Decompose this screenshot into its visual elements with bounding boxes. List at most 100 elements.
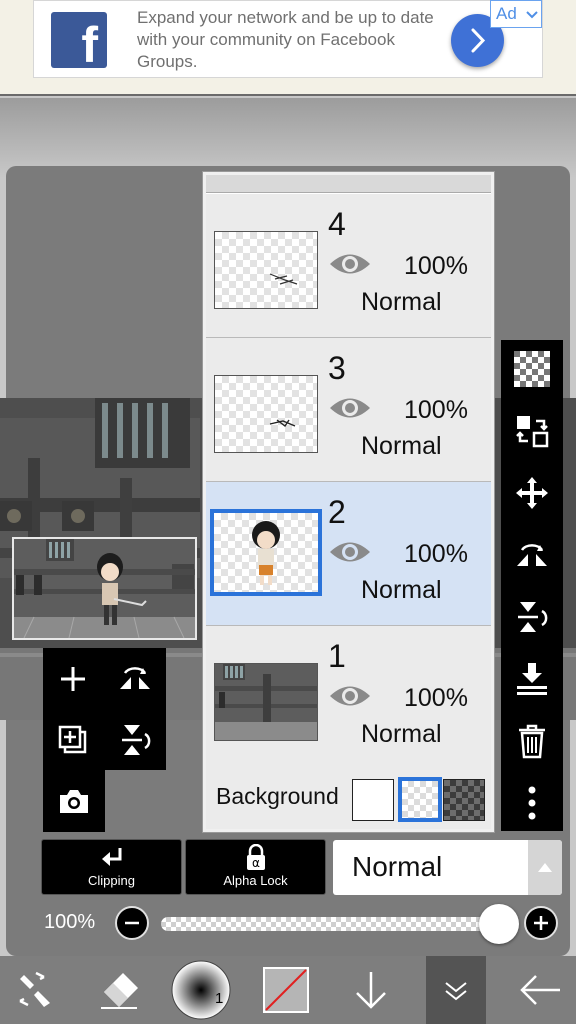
left-tools-bottom <box>43 770 105 832</box>
download-button[interactable] <box>344 956 398 1024</box>
canvas-preview-image <box>14 539 195 638</box>
delete-layer-button[interactable] <box>510 719 554 763</box>
brush-size-badge: 1 <box>215 990 224 1007</box>
layer-blend-mode: Normal <box>361 432 442 460</box>
layer-number: 3 <box>328 350 346 386</box>
tool-switch-button[interactable] <box>8 956 62 1024</box>
camera-button[interactable] <box>52 779 96 823</box>
layers-panel-header <box>206 175 491 193</box>
layer-blend-mode: Normal <box>361 720 442 748</box>
flip-vertical-right-button[interactable] <box>510 595 554 639</box>
opacity-decrease-button[interactable] <box>115 906 149 940</box>
collapse-panel-button[interactable] <box>426 956 486 1024</box>
flip-vertical-icon <box>518 602 548 632</box>
layer-opacity: 100% <box>404 396 468 424</box>
more-options-button[interactable] <box>510 781 554 825</box>
ad-badge[interactable]: Ad <box>490 0 542 28</box>
camera-icon <box>60 790 88 813</box>
layer-row-2[interactable]: 2 100% Normal <box>206 482 491 626</box>
move-layer-button[interactable] <box>510 409 554 453</box>
layer-row-4[interactable]: 4 100% Normal <box>206 194 491 338</box>
blend-mode-select[interactable]: Normal <box>333 840 562 895</box>
arrow-left-icon <box>520 975 560 1005</box>
layer-thumbnail <box>214 375 318 453</box>
merge-down-button[interactable] <box>510 657 554 701</box>
background-dark-checker-swatch[interactable] <box>443 779 485 821</box>
layer-row-1[interactable]: 1 100% Normal <box>206 626 491 770</box>
eraser-button[interactable] <box>92 956 146 1024</box>
swap-layer-icon <box>516 416 549 448</box>
merge-down-icon <box>517 663 547 695</box>
layer-number: 1 <box>328 638 346 674</box>
eraser-icon <box>101 973 138 1009</box>
background-label: Background <box>216 783 339 809</box>
double-chevron-down-icon <box>445 982 467 1001</box>
layer-blend-mode: Normal <box>361 576 442 604</box>
opacity-increase-button[interactable] <box>524 906 558 940</box>
layer-thumbnail <box>214 231 318 309</box>
minus-icon <box>125 921 139 925</box>
flip-vertical-button[interactable] <box>113 718 157 762</box>
blend-mode-value: Normal <box>352 851 443 882</box>
ad-banner[interactable]: f Expand your network and be up to date … <box>0 0 576 96</box>
layer-number: 4 <box>328 206 346 242</box>
opacity-slider-knob[interactable] <box>479 904 519 944</box>
layer-opacity: 100% <box>404 540 468 568</box>
layer-thumbnail <box>214 663 318 741</box>
ad-badge-label: Ad <box>496 4 517 23</box>
layer-row-3[interactable]: 3 100% Normal <box>206 338 491 482</box>
duplicate-layer-icon <box>58 725 87 754</box>
duplicate-layer-button[interactable] <box>51 718 95 762</box>
color-swatch-button[interactable] <box>262 956 310 1024</box>
brush-size-button[interactable]: 1 <box>170 956 232 1024</box>
plus-icon <box>61 667 85 691</box>
layer-opacity: 100% <box>404 684 468 712</box>
eye-icon[interactable] <box>328 537 372 567</box>
add-layer-button[interactable] <box>51 657 95 701</box>
move-button[interactable] <box>510 471 554 515</box>
back-button[interactable] <box>510 956 570 1024</box>
left-tools-top <box>43 648 166 770</box>
clipping-label: Clipping <box>88 873 135 888</box>
layer-thumbnail <box>210 509 322 596</box>
canvas-preview[interactable] <box>12 537 197 640</box>
background-white-swatch[interactable] <box>352 779 394 821</box>
checkerboard-icon <box>514 351 550 387</box>
chevron-down-icon <box>526 11 538 19</box>
layer-number: 2 <box>328 494 346 530</box>
facebook-logo-icon: f <box>51 12 107 68</box>
plus-icon <box>534 916 548 930</box>
lock-icon: α <box>247 844 265 870</box>
layer-blend-mode: Normal <box>361 288 442 316</box>
svg-text:α: α <box>252 856 260 870</box>
layers-panel: 4 100% Normal 3 100% Normal 2 100% Norma… <box>203 172 494 832</box>
eye-icon[interactable] <box>328 393 372 423</box>
background-row: Background <box>206 769 491 829</box>
flip-vertical-icon <box>122 725 151 755</box>
flip-horizontal-icon <box>120 667 150 689</box>
alpha-lock-label: Alpha Lock <box>223 873 288 888</box>
arrow-down-icon <box>356 972 386 1009</box>
flip-horizontal-button[interactable] <box>113 657 157 701</box>
opacity-label: 100% <box>44 911 96 933</box>
blend-caret[interactable] <box>528 840 562 895</box>
more-vertical-icon <box>528 786 536 820</box>
bottom-toolbar: 1 <box>0 956 576 1024</box>
trash-icon <box>519 724 545 759</box>
flip-horizontal-right-button[interactable] <box>510 533 554 577</box>
flip-horizontal-icon <box>517 544 547 566</box>
brush-swap-icon <box>19 971 50 1007</box>
clipping-arrow-icon <box>102 848 122 866</box>
clipping-button[interactable]: Clipping <box>41 839 182 895</box>
caret-up-icon <box>538 863 552 872</box>
move-arrows-icon <box>516 477 548 509</box>
layer-opacity: 100% <box>404 252 468 280</box>
background-transparent-swatch[interactable] <box>398 777 442 822</box>
transparency-button[interactable] <box>510 347 554 391</box>
alpha-lock-button[interactable]: α Alpha Lock <box>185 839 326 895</box>
color-swatch-icon <box>263 967 309 1013</box>
opacity-slider-track[interactable] <box>161 917 501 931</box>
ad-text[interactable]: Expand your network and be up to date wi… <box>137 7 437 73</box>
eye-icon[interactable] <box>328 681 372 711</box>
eye-icon[interactable] <box>328 249 372 279</box>
